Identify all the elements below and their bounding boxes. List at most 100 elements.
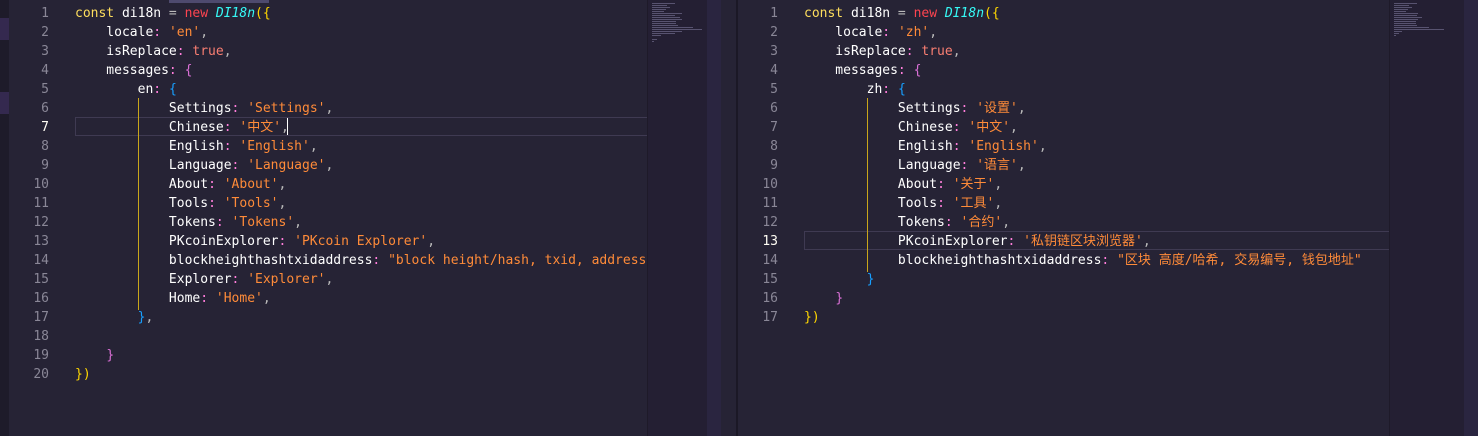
code-line[interactable]: 18 bbox=[9, 327, 655, 346]
code-line[interactable]: 1 const di18n = new DI18n({ bbox=[738, 4, 1384, 23]
code-token: Tools bbox=[75, 196, 209, 211]
minimap-line bbox=[652, 29, 702, 30]
code-text: blockheighthashtxidaddress: "block heigh… bbox=[75, 251, 662, 270]
code-line[interactable]: 19 } bbox=[9, 346, 655, 365]
code-line[interactable]: 1 const di18n = new DI18n({ bbox=[9, 4, 655, 23]
code-text: Settings: '设置', bbox=[804, 99, 1026, 118]
code-line[interactable]: 16 Home: 'Home', bbox=[9, 289, 655, 308]
code-token: 'Explorer' bbox=[247, 272, 326, 287]
code-line[interactable]: 5 en: { bbox=[9, 80, 655, 99]
code-token: : bbox=[372, 253, 389, 268]
code-text: locale: 'zh', bbox=[804, 23, 937, 42]
code-text: Explorer: 'Explorer', bbox=[75, 270, 333, 289]
code-token: '设置' bbox=[976, 101, 1018, 116]
code-token: PKcoinExplorer bbox=[75, 234, 279, 249]
code-token: di18n bbox=[850, 6, 891, 21]
minimap-line bbox=[652, 11, 664, 12]
code-token: , bbox=[223, 44, 232, 59]
minimap-line bbox=[652, 23, 677, 24]
minimap-line bbox=[652, 33, 675, 34]
code-line[interactable]: 2 locale: 'en', bbox=[9, 23, 655, 42]
code-token: Explorer bbox=[75, 272, 232, 287]
line-number: 16 bbox=[33, 291, 49, 306]
code-token: } bbox=[106, 348, 115, 363]
minimap[interactable] bbox=[647, 0, 708, 436]
code-token: 'English' bbox=[968, 139, 1039, 154]
code-line[interactable]: 13 PKcoinExplorer: '私钥链区块浏览器', bbox=[738, 232, 1384, 251]
code-line[interactable]: 11 Tools: 'Tools', bbox=[9, 194, 655, 213]
code-line[interactable]: 3 isReplace: true, bbox=[738, 42, 1384, 61]
code-line[interactable]: 17}) bbox=[738, 308, 1384, 327]
code-token: , bbox=[145, 310, 154, 325]
code-text: blockheighthashtxidaddress: "区块 高度/哈希, 交… bbox=[804, 251, 1362, 270]
line-number: 2 bbox=[770, 25, 778, 40]
code-line[interactable]: 15 } bbox=[738, 270, 1384, 289]
code-token: Tools bbox=[804, 196, 938, 211]
code-token: blockheighthashtxidaddress bbox=[75, 253, 373, 268]
code-line[interactable]: 15 Explorer: 'Explorer', bbox=[9, 270, 655, 289]
editor-pane-left[interactable]: 1 const di18n = new DI18n({2 locale: 'en'… bbox=[9, 0, 721, 436]
code-line[interactable]: 14 blockheighthashtxidaddress: "block he… bbox=[9, 251, 662, 270]
code-token: const bbox=[804, 6, 851, 21]
code-line[interactable]: 3 isReplace: true, bbox=[9, 42, 655, 61]
code-line[interactable]: 7 Chinese: '中文', bbox=[9, 118, 655, 137]
code-line[interactable]: 20}) bbox=[9, 365, 655, 384]
code-line[interactable]: 12 Tokens: 'Tokens', bbox=[9, 213, 655, 232]
code-token: 'Settings' bbox=[247, 101, 326, 116]
code-line[interactable]: 10 About: 'About', bbox=[9, 175, 655, 194]
code-token: : bbox=[208, 196, 224, 211]
code-token: , bbox=[994, 196, 1003, 211]
minimap-line bbox=[1394, 3, 1417, 4]
code-line[interactable]: 9 Language: 'Language', bbox=[9, 156, 655, 175]
code-text: } bbox=[804, 289, 843, 308]
code-token: } bbox=[866, 272, 875, 287]
code-token: , bbox=[309, 139, 318, 154]
code-line[interactable]: 6 Settings: 'Settings', bbox=[9, 99, 655, 118]
minimap-line bbox=[1394, 15, 1418, 16]
code-line[interactable]: 11 Tools: '工具', bbox=[738, 194, 1384, 213]
code-token: : bbox=[231, 158, 248, 173]
code-token: , bbox=[278, 177, 287, 192]
code-token: Chinese bbox=[75, 120, 224, 135]
code-line[interactable]: 8 English: 'English', bbox=[738, 137, 1384, 156]
code-line[interactable]: 12 Tokens: '合约', bbox=[738, 213, 1384, 232]
code-line[interactable]: 16 } bbox=[738, 289, 1384, 308]
line-number: 7 bbox=[770, 120, 778, 135]
code-token: '语言' bbox=[976, 158, 1018, 173]
code-line[interactable]: 10 About: '关于', bbox=[738, 175, 1384, 194]
code-text: }) bbox=[804, 308, 820, 327]
code-token: { bbox=[897, 82, 906, 97]
code-line[interactable]: 4 messages: { bbox=[738, 61, 1384, 80]
code-token: 'Home' bbox=[215, 291, 263, 306]
vertical-scrollbar[interactable] bbox=[707, 0, 721, 436]
code-line[interactable]: 17 }, bbox=[9, 308, 655, 327]
code-text: Settings: 'Settings', bbox=[75, 99, 333, 118]
vertical-scrollbar[interactable] bbox=[1464, 0, 1478, 436]
code-line[interactable]: 2 locale: 'zh', bbox=[738, 23, 1384, 42]
code-token: : bbox=[960, 101, 977, 116]
code-line[interactable]: 13 PKcoinExplorer: 'PKcoin Explorer', bbox=[9, 232, 655, 251]
minimap[interactable] bbox=[1389, 0, 1465, 436]
code-line[interactable]: 7 Chinese: '中文', bbox=[738, 118, 1384, 137]
line-number: 18 bbox=[33, 329, 49, 344]
line-number: 11 bbox=[762, 196, 778, 211]
code-text: } bbox=[804, 270, 875, 289]
line-number: 3 bbox=[770, 44, 778, 59]
code-text: const di18n = new DI18n({ bbox=[75, 4, 271, 23]
code-line[interactable]: 8 English: 'English', bbox=[9, 137, 655, 156]
minimap-line bbox=[652, 31, 682, 32]
code-line[interactable]: 5 zh: { bbox=[738, 80, 1384, 99]
code-token: About bbox=[804, 177, 938, 192]
editor-pane-right[interactable]: 1 const di18n = new DI18n({2 locale: 'zh'… bbox=[738, 0, 1478, 436]
line-number: 2 bbox=[41, 25, 49, 40]
line-number: 5 bbox=[41, 82, 49, 97]
code-line[interactable]: 14 blockheighthashtxidaddress: "区块 高度/哈希… bbox=[738, 251, 1384, 270]
code-line[interactable]: 4 messages: { bbox=[9, 61, 655, 80]
code-line[interactable]: 6 Settings: '设置', bbox=[738, 99, 1384, 118]
code-token: true bbox=[192, 44, 224, 59]
code-token: , bbox=[929, 25, 938, 40]
code-token: messages bbox=[75, 63, 169, 78]
minimap-line bbox=[652, 7, 670, 8]
code-line[interactable]: 9 Language: '语言', bbox=[738, 156, 1384, 175]
